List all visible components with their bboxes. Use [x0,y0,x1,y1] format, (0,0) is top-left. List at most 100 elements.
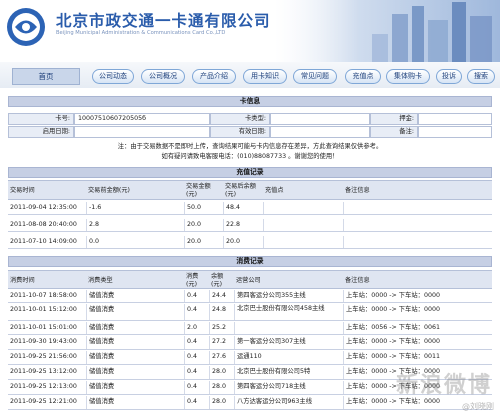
consume-remark: 上车站：0000 -> 下车站：0000 [343,304,492,320]
consume-time: 2011-09-25 12:13:00 [10,383,77,390]
card-info-row-2: 启用日期: 有效日期: 备注: [8,126,492,138]
consume-amount: 0.4 [184,396,209,409]
valid-date-value [270,126,370,138]
recharge-amount: 20.0 [184,236,223,248]
recharge-time: 2011-07-10 14:09:00 [10,238,77,245]
table-row: 2011-09-25 21:56:00 储值消费 0.4 27.6 运通110 … [8,351,492,365]
consume-remark: 上车站：0000 -> 下车站：0000 [343,290,492,302]
consume-remark: 上车站：0056 -> 下车站：0061 [343,322,492,334]
deposit-value [418,113,492,125]
table-row: 2011-10-01 15:01:00 储值消费 2.0 25.2 上车站：00… [8,322,492,335]
consume-operator: 第四客运分公司355主线 [234,290,343,302]
consume-balance: 24.8 [209,304,234,320]
nav-item-search[interactable]: 搜索 [467,69,495,84]
card-type-value [270,113,370,125]
card-no-value: 1000751060720505б [74,113,210,125]
weibo-watermark-handle: @刘晓刚 [462,402,494,411]
recharge-before: 2.8 [86,219,184,231]
recharge-col-time: 交易时间 [10,187,35,194]
recharge-col-amount: 交易金额(元) [186,183,211,198]
consume-amount: 0.4 [184,304,209,320]
consume-type: 储值消费 [86,304,184,320]
recharge-col-remark: 备注信息 [345,187,370,194]
query-note: 注：由于交易数据不是即时上传，查询结果可能与卡内信息存在差异，方此查询结果仅供参… [117,143,383,150]
consume-operator: 第四客运分公司718主线 [234,381,343,394]
recharge-time: 2011-09-04 12:35:00 [10,204,77,211]
nav-item-recharge-points[interactable]: 充值点 [345,69,381,84]
company-title: 北京市政交通一卡通有限公司 [56,12,271,30]
recharge-table-header: 交易时间 交易前金额(元) 交易金额(元) 交易后余额(元) 充值点 备注信息 [8,180,492,200]
recharge-point [263,202,343,214]
recharge-col-before: 交易前金额(元) [88,187,130,194]
consume-type: 储值消费 [86,351,184,364]
recharge-amount: 20.0 [184,219,223,231]
consume-amount: 0.4 [184,336,209,349]
nav-item-company-news[interactable]: 公司动态 [92,69,134,84]
consume-balance: 28.0 [209,396,234,409]
consume-remark: 上车站：0000 -> 下车站：0011 [343,351,492,364]
consume-remark: 上车站：0000 -> 下车站：0000 [343,336,492,349]
recharge-time: 2011-08-08 20:40:00 [10,221,77,228]
consume-amount: 0.4 [184,381,209,394]
nav-item-group-purchase[interactable]: 集体购卡 [386,69,430,84]
consume-title: 消费记录 [8,256,492,267]
nav-item-products[interactable]: 产品介绍 [192,69,236,84]
consume-type: 储值消费 [86,290,184,302]
service-phone-note: 如有疑问请致电客服电话：(010)88087733 。谢谢您的使用！ [161,153,339,160]
nav-home[interactable]: 首页 [12,68,80,85]
nav-item-faq[interactable]: 常见问题 [293,69,337,84]
consume-table-header: 消费时间 消费类型 消费(元) 余额(元) 运营公司 备注信息 [8,270,492,289]
consume-col-amount: 消费(元) [186,273,199,288]
consume-balance: 27.6 [209,351,234,364]
table-row: 2011-10-07 18:58:00 储值消费 0.4 24.4 第四客运分公… [8,290,492,303]
recharge-point [263,219,343,231]
main-nav: 首页 公司动态 公司概况 产品介绍 用卡知识 常见问题 充值点 集体购卡 投诉 … [0,62,500,88]
consume-type: 储值消费 [86,322,184,334]
nav-item-company-overview[interactable]: 公司概况 [141,69,185,84]
consume-time: 2011-10-01 15:12:00 [10,306,77,313]
recharge-col-after: 交易后余额(元) [225,183,256,198]
consume-balance: 28.0 [209,381,234,394]
consume-operator: 北京巴士股份有限公司458主线 [234,304,343,320]
consume-amount: 0.4 [184,366,209,379]
enable-date-value [74,126,210,138]
consume-type: 储值消费 [86,381,184,394]
company-logo-icon [7,8,45,46]
recharge-remark [343,236,492,248]
recharge-remark [343,219,492,231]
card-no-label: 卡号: [8,113,74,125]
table-row: 2011-10-01 15:12:00 储值消费 0.4 24.8 北京巴士股份… [8,304,492,321]
site-header: 北京市政交通一卡通有限公司 Beijing Municipal Administ… [0,0,500,62]
table-row: 2011-08-08 20:40:00 2.8 20.0 22.8 [8,219,492,232]
consume-time: 2011-10-01 15:01:00 [10,324,77,331]
consume-operator: 八方达客运分公司963主线 [234,396,343,409]
consume-amount: 0.4 [184,351,209,364]
company-title-en: Beijing Municipal Administration & Commu… [56,30,226,36]
card-type-label: 卡类型: [210,113,270,125]
card-info-title: 卡信息 [8,96,492,107]
table-row: 2011-09-30 19:43:00 储值消费 0.4 27.2 第一客运分公… [8,336,492,350]
consume-col-balance: 余额(元) [211,273,224,288]
remark-label: 备注: [370,126,418,138]
consume-col-type: 消费类型 [88,277,113,284]
table-row: 2011-07-10 14:09:00 0.0 20.0 20.0 [8,236,492,249]
consume-time: 2011-09-30 19:43:00 [10,338,77,345]
recharge-before: 0.0 [86,236,184,248]
consume-operator: 第一客运分公司307主线 [234,336,343,349]
consume-operator [234,322,343,334]
consume-col-operator: 运营公司 [236,277,261,284]
recharge-remark [343,202,492,214]
weibo-watermark: 新浪微博 [395,373,492,398]
nav-item-card-knowledge[interactable]: 用卡知识 [243,69,287,84]
consume-balance: 25.2 [209,322,234,334]
consume-type: 储值消费 [86,396,184,409]
consume-balance: 27.2 [209,336,234,349]
consume-type: 储值消费 [86,366,184,379]
consume-time: 2011-09-25 13:12:00 [10,368,77,375]
consume-time: 2011-10-07 18:58:00 [10,292,77,299]
recharge-title: 充值记录 [8,167,492,178]
deposit-label: 押金: [370,113,418,125]
consume-balance: 28.0 [209,366,234,379]
nav-item-complaint[interactable]: 投诉 [436,69,462,84]
consume-col-remark: 备注信息 [345,277,370,284]
